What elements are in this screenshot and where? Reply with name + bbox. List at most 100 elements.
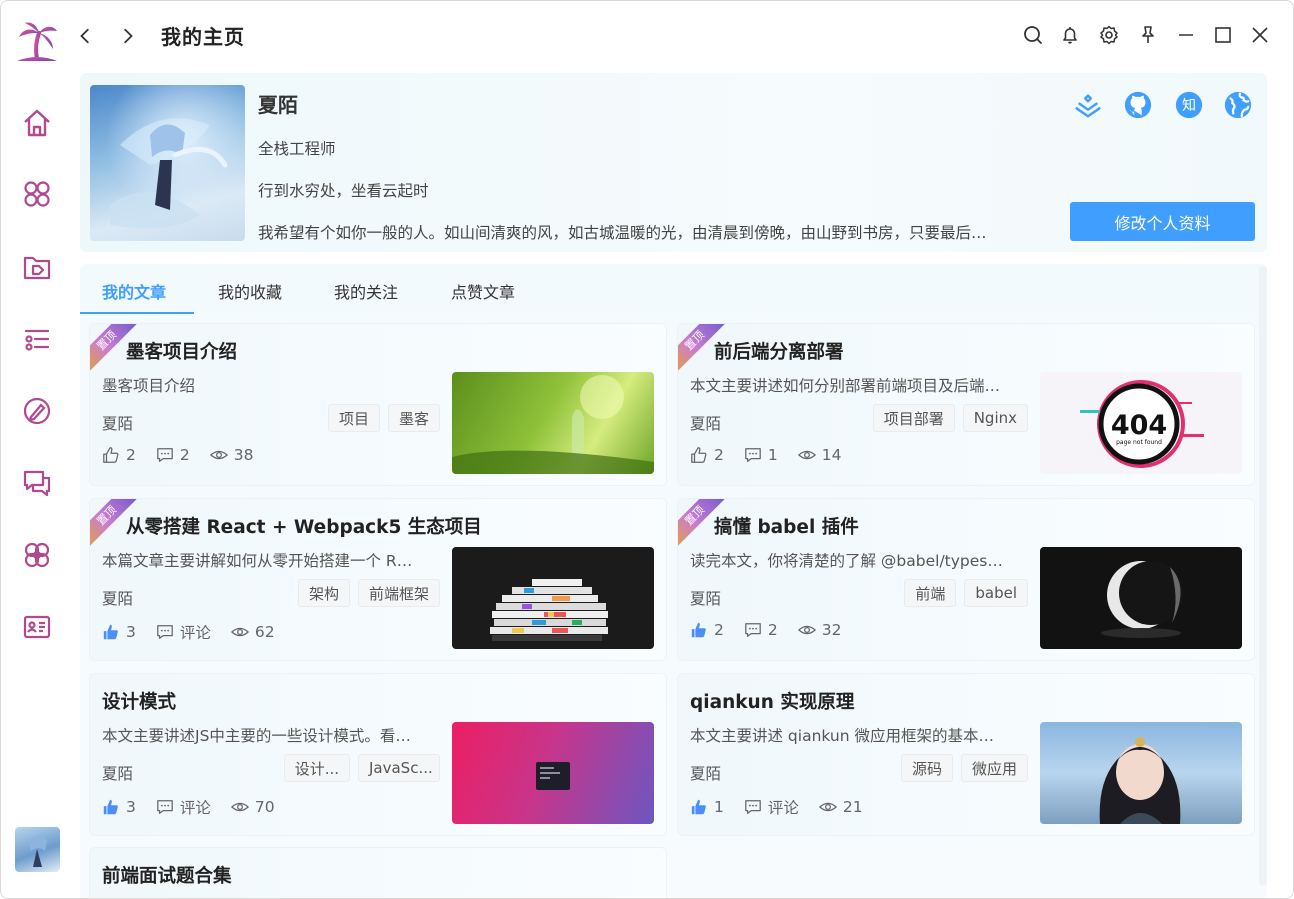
article-cover[interactable]	[452, 372, 654, 474]
tag[interactable]: 项目	[327, 404, 380, 432]
comment-stat[interactable]: 评论	[156, 621, 211, 643]
zhihu-icon[interactable]: 知	[1173, 89, 1205, 121]
article-cover[interactable]: 404 page not found	[1040, 372, 1242, 474]
website-icon[interactable]	[1222, 89, 1254, 121]
article-stats: 3 评论 70	[102, 796, 275, 818]
comment-stat[interactable]: 1	[744, 446, 778, 464]
view-count: 62	[254, 623, 275, 641]
close-icon[interactable]	[1248, 23, 1272, 47]
tab-my-following[interactable]: 我的关注	[334, 279, 398, 303]
article-title[interactable]: 前端面试题合集	[102, 862, 232, 888]
chat-icon[interactable]	[19, 465, 55, 501]
article-card[interactable]: 置顶 搞懂 babel 插件 读完本文，你将清楚的了解 @babel/types…	[677, 498, 1255, 661]
gear-icon[interactable]	[1097, 23, 1121, 47]
comment-stat[interactable]: 评论	[744, 796, 799, 818]
tag[interactable]: 前端框架	[357, 579, 440, 607]
tag[interactable]: 墨客	[387, 404, 440, 432]
comment-count: 1	[767, 446, 778, 464]
tag[interactable]: Nginx	[962, 404, 1028, 432]
tag[interactable]: 设计...	[283, 754, 350, 782]
article-title[interactable]: 墨客项目介绍	[126, 338, 237, 364]
bell-icon[interactable]	[1058, 23, 1082, 47]
article-card[interactable]: qiankun 实现原理 本文主要讲述 qiankun 微应用框架的基本… 夏陌…	[677, 673, 1255, 836]
like-stat[interactable]: 3	[102, 796, 136, 818]
article-author[interactable]: 夏陌	[690, 587, 721, 609]
tag[interactable]: 前端	[904, 579, 957, 607]
eye-icon	[230, 627, 249, 637]
like-count: 2	[126, 446, 136, 464]
article-cover[interactable]	[452, 547, 654, 649]
article-title[interactable]: qiankun 实现原理	[690, 688, 854, 714]
tag[interactable]: 微应用	[960, 754, 1028, 782]
comment-stat[interactable]: 2	[156, 446, 190, 464]
tag-folder-icon[interactable]	[19, 249, 55, 285]
article-title[interactable]: 设计模式	[102, 688, 176, 714]
eye-icon	[818, 802, 837, 812]
article-card[interactable]: 置顶 从零搭建 React + Webpack5 生态项目 本篇文章主要讲解如何…	[89, 498, 667, 661]
tag[interactable]: 架构	[297, 579, 350, 607]
profile-bio: 我希望有个如你一般的人。如山间清爽的风，如古城温暖的光，由清晨到傍晚，由山野到书…	[258, 224, 987, 242]
svg-text:知: 知	[1182, 97, 1196, 114]
back-arrow-icon[interactable]	[73, 23, 99, 49]
article-cover[interactable]	[1040, 722, 1242, 824]
article-cover[interactable]	[452, 722, 654, 824]
view-stat: 32	[797, 621, 841, 639]
article-card[interactable]: 置顶 前后端分离部署 本文主要讲述如何分别部署前端项目及后端… 夏陌 项目部署 …	[677, 323, 1255, 486]
tab-my-favorites[interactable]: 我的收藏	[218, 279, 282, 303]
pin-icon[interactable]	[1136, 23, 1160, 47]
search-icon[interactable]	[1021, 23, 1045, 47]
eye-icon	[797, 625, 816, 635]
article-stats: 1 评论 21	[690, 796, 863, 818]
user-avatar[interactable]	[15, 827, 60, 872]
article-cover[interactable]	[1040, 547, 1242, 649]
tab-liked-articles[interactable]: 点赞文章	[451, 279, 515, 303]
minimize-icon[interactable]	[1174, 23, 1198, 47]
edit-pen-icon[interactable]	[19, 393, 55, 429]
like-stat[interactable]: 2	[690, 621, 724, 639]
article-summary: 本文主要讲述 qiankun 微应用框架的基本…	[690, 727, 994, 745]
article-author[interactable]: 夏陌	[690, 412, 721, 434]
article-author[interactable]: 夏陌	[102, 412, 133, 434]
like-stat[interactable]: 3	[102, 621, 136, 643]
article-stats: 2 1 14	[690, 446, 841, 464]
comment-stat[interactable]: 评论	[156, 796, 211, 818]
maximize-icon[interactable]	[1211, 23, 1235, 47]
article-card[interactable]: 置顶 墨客项目介绍 墨客项目介绍 夏陌 项目 墨客 2 2 38	[89, 323, 667, 486]
view-count: 14	[821, 446, 842, 464]
list-settings-icon[interactable]	[19, 321, 55, 357]
profile-card-icon[interactable]	[19, 609, 55, 645]
home-icon[interactable]	[19, 105, 55, 141]
title-bar: 我的主页	[73, 1, 1293, 71]
article-author[interactable]: 夏陌	[690, 762, 721, 784]
article-author[interactable]: 夏陌	[102, 762, 133, 784]
sidebar	[1, 1, 73, 898]
like-stat[interactable]: 2	[690, 446, 724, 464]
forward-arrow-icon[interactable]	[114, 23, 140, 49]
comment-icon	[157, 800, 173, 814]
edit-profile-button[interactable]: 修改个人资料	[1070, 202, 1255, 241]
article-card[interactable]: 前端面试题合集	[89, 847, 667, 898]
article-author[interactable]: 夏陌	[102, 587, 133, 609]
tag[interactable]: 源码	[900, 754, 953, 782]
juejin-icon[interactable]	[1072, 89, 1104, 121]
profile-name: 夏陌	[258, 93, 298, 117]
article-title[interactable]: 前后端分离部署	[714, 338, 844, 364]
tab-my-articles[interactable]: 我的文章	[102, 279, 166, 303]
profile-card: 夏陌 全栈工程师 行到水穷处，坐看云起时 我希望有个如你一般的人。如山间清爽的风…	[80, 73, 1267, 252]
like-count: 3	[126, 798, 136, 816]
tag[interactable]: 项目部署	[872, 404, 955, 432]
page-title: 我的主页	[161, 25, 245, 49]
github-icon[interactable]	[1122, 89, 1154, 121]
tag[interactable]: babel	[964, 579, 1028, 607]
tag[interactable]: JavaSc...	[358, 754, 440, 782]
article-summary: 本篇文章主要讲解如何从零开始搭建一个 R…	[102, 552, 413, 570]
scrollbar[interactable]	[1259, 266, 1267, 886]
apps-icon[interactable]	[19, 176, 55, 212]
comment-stat[interactable]: 2	[744, 621, 778, 639]
like-stat[interactable]: 2	[102, 446, 136, 464]
article-title[interactable]: 搞懂 babel 插件	[714, 513, 859, 539]
article-card[interactable]: 设计模式 本文主要讲述JS中主要的一些设计模式。看… 夏陌 设计... Java…	[89, 673, 667, 836]
plugin-icon[interactable]	[19, 537, 55, 573]
article-title[interactable]: 从零搭建 React + Webpack5 生态项目	[126, 513, 482, 539]
like-stat[interactable]: 1	[690, 796, 724, 818]
